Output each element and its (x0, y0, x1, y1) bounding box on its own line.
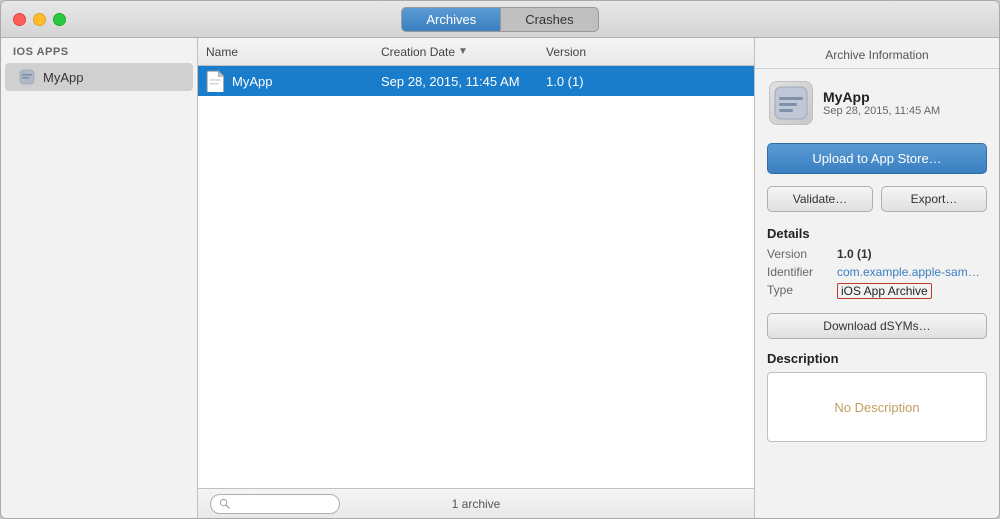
file-list-footer: 1 archive (198, 488, 754, 518)
details-section: Details Version 1.0 (1) Identifier com.e… (755, 218, 999, 307)
sidebar-item-myapp[interactable]: MyApp (5, 63, 193, 91)
titlebar: Archives Crashes (1, 1, 999, 38)
file-name: MyApp (232, 74, 381, 89)
app-icon-box (769, 81, 813, 125)
validate-button[interactable]: Validate… (767, 186, 873, 212)
app-icon (17, 67, 37, 87)
file-icon (206, 71, 226, 91)
archive-app-info: MyApp Sep 28, 2015, 11:45 AM (755, 69, 999, 137)
tab-crashes[interactable]: Crashes (500, 8, 597, 31)
maximize-button[interactable] (53, 13, 66, 26)
file-list-area: Name Creation Date ▼ Version (198, 38, 755, 518)
sidebar-section-label: iOS Apps (1, 38, 197, 62)
tab-group: Archives Crashes (401, 7, 598, 32)
tab-archives[interactable]: Archives (402, 8, 500, 31)
archive-info-label: Archive Information (755, 38, 999, 69)
identifier-value[interactable]: com.example.apple-sam… (837, 265, 980, 279)
version-row: Version 1.0 (1) (767, 247, 987, 261)
column-header-version[interactable]: Version (546, 45, 626, 59)
search-input[interactable] (210, 494, 340, 514)
right-panel: Archive Information MyApp Sep 28, 2015, … (755, 38, 999, 518)
type-value: iOS App Archive (837, 283, 932, 299)
description-title: Description (767, 351, 987, 366)
app-info-date: Sep 28, 2015, 11:45 AM (823, 105, 940, 117)
table-row[interactable]: MyApp Sep 28, 2015, 11:45 AM 1.0 (1) (198, 66, 754, 96)
file-date: Sep 28, 2015, 11:45 AM (381, 74, 546, 89)
minimize-button[interactable] (33, 13, 46, 26)
upload-button[interactable]: Upload to App Store… (767, 143, 987, 174)
download-dsyms-button[interactable]: Download dSYMs… (767, 313, 987, 339)
validate-export-row: Validate… Export… (755, 180, 999, 218)
file-version: 1.0 (1) (546, 74, 584, 89)
sidebar: iOS Apps MyApp (1, 38, 198, 518)
type-row: Type iOS App Archive (767, 283, 987, 299)
version-value: 1.0 (1) (837, 247, 872, 261)
app-info-name: MyApp (823, 89, 940, 105)
archive-count: 1 archive (452, 497, 501, 511)
close-button[interactable] (13, 13, 26, 26)
details-title: Details (767, 226, 987, 241)
description-placeholder: No Description (834, 400, 919, 415)
export-button[interactable]: Export… (881, 186, 987, 212)
identifier-row: Identifier com.example.apple-sam… (767, 265, 987, 279)
column-header-date[interactable]: Creation Date ▼ (381, 45, 546, 59)
identifier-label: Identifier (767, 265, 837, 279)
main-content: iOS Apps MyApp Name Creation (1, 38, 999, 518)
upload-section: Upload to App Store… (755, 137, 999, 180)
main-window: Archives Crashes iOS Apps MyApp (0, 0, 1000, 519)
version-label: Version (767, 247, 837, 261)
sort-arrow: ▼ (458, 46, 468, 57)
app-info-text: MyApp Sep 28, 2015, 11:45 AM (823, 89, 940, 117)
sidebar-item-label: MyApp (43, 70, 83, 85)
download-dsyms-section: Download dSYMs… (755, 307, 999, 345)
file-list-body: MyApp Sep 28, 2015, 11:45 AM 1.0 (1) (198, 66, 754, 488)
traffic-lights (13, 13, 66, 26)
file-list-header: Name Creation Date ▼ Version (198, 38, 754, 66)
description-section: Description No Description (755, 345, 999, 448)
column-header-name[interactable]: Name (206, 45, 381, 59)
type-label: Type (767, 283, 837, 297)
description-box[interactable]: No Description (767, 372, 987, 442)
